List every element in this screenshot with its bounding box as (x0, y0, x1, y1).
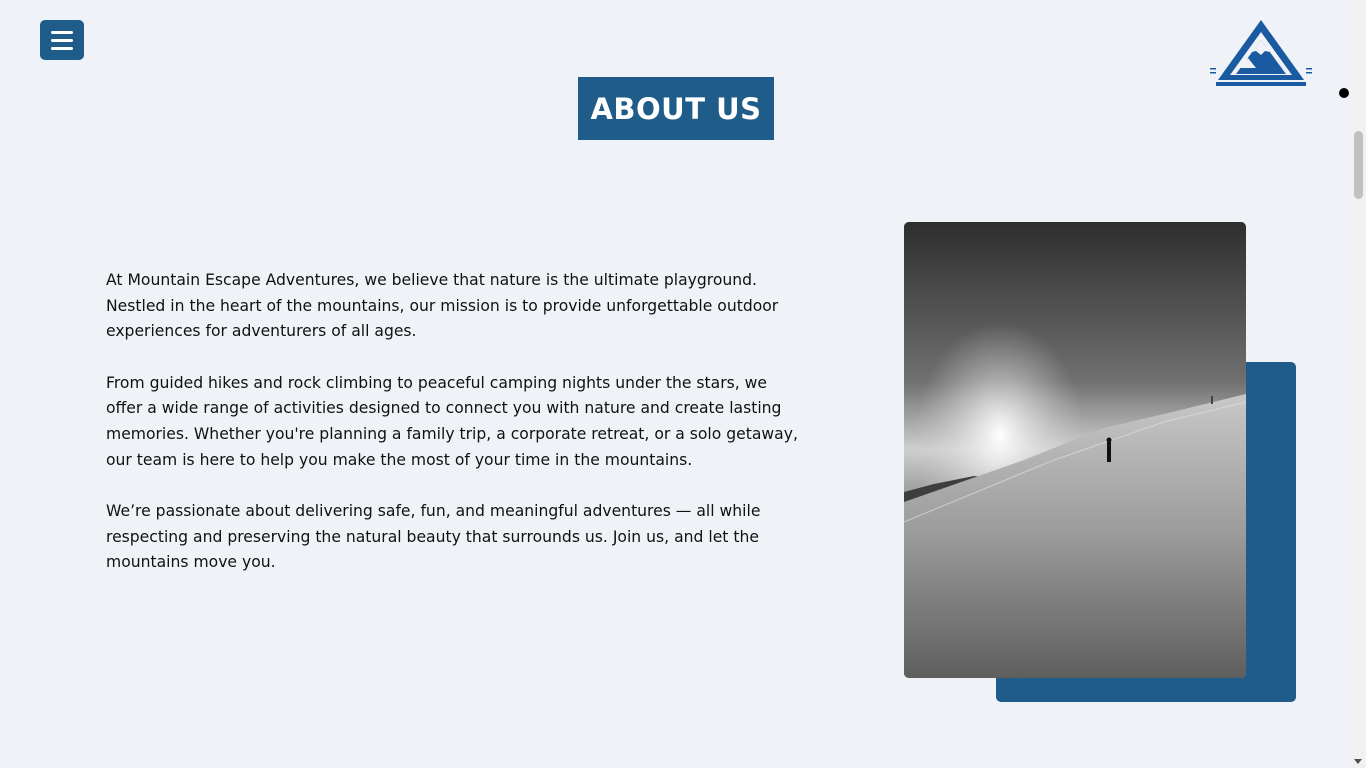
about-paragraph-2: From guided hikes and rock climbing to p… (106, 373, 798, 469)
scroll-down-arrow-icon[interactable] (1354, 759, 1362, 764)
section-title: ABOUT US (590, 91, 762, 126)
scrollbar-thumb[interactable] (1354, 131, 1363, 199)
section-title-box: ABOUT US (578, 77, 774, 140)
about-text: At Mountain Escape Adventures, we believ… (106, 268, 806, 602)
about-paragraph-3: We’re passionate about delivering safe, … (106, 501, 761, 572)
page: ABOUT US At Mountain Escape Adventures, … (0, 0, 1366, 768)
mountain-photo (904, 222, 1246, 678)
mountain-logo-icon[interactable] (1208, 18, 1314, 90)
about-paragraph-1: At Mountain Escape Adventures, we believ… (106, 271, 779, 341)
hamburger-icon-bar (51, 46, 73, 50)
scrollbar[interactable] (1351, 0, 1366, 768)
cursor-dot (1339, 88, 1349, 98)
menu-button[interactable] (40, 20, 84, 60)
hamburger-icon-bar (51, 38, 73, 42)
hamburger-icon-bar (51, 30, 73, 34)
